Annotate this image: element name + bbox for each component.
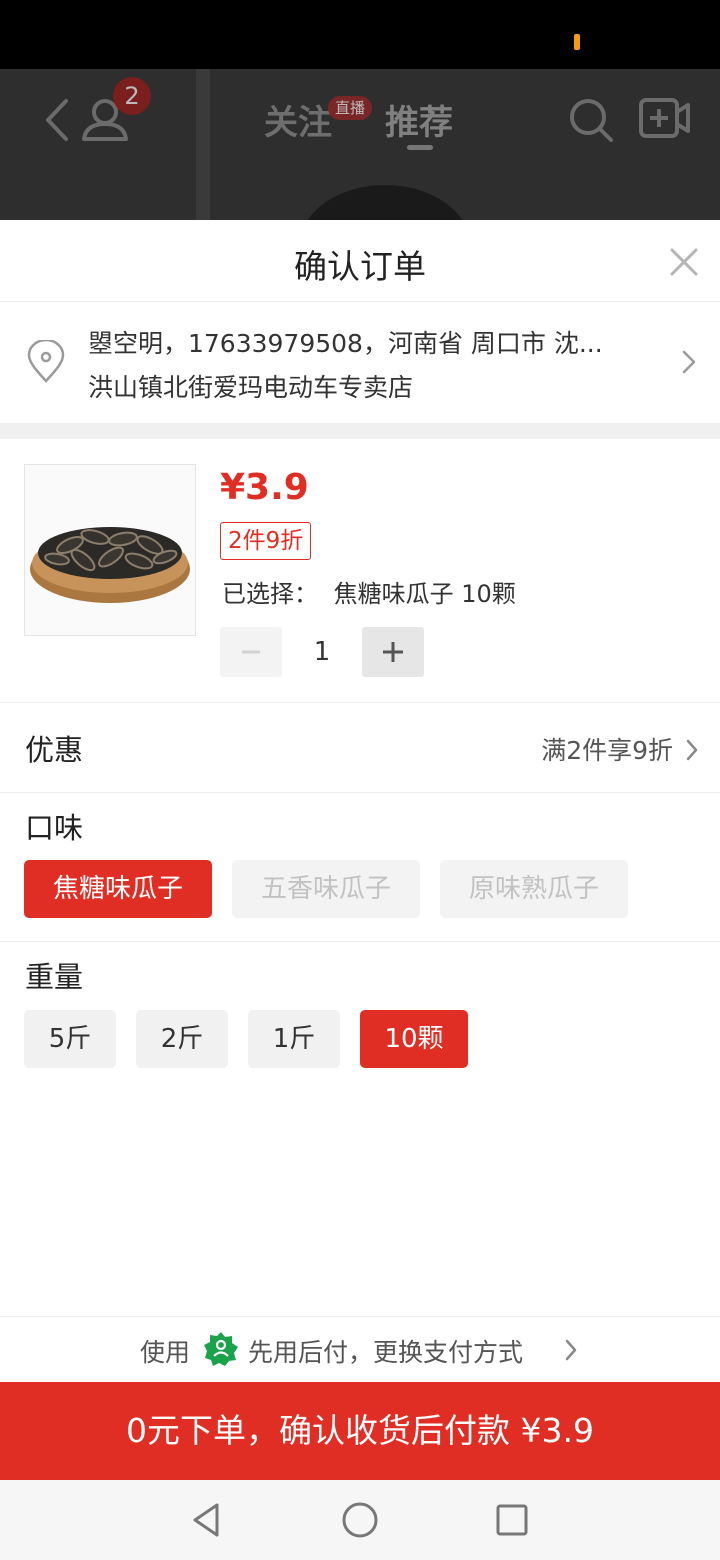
weight-title: 重量: [25, 960, 84, 994]
payment-method-row[interactable]: 使用 先用后付，更换支付方式: [0, 1316, 720, 1382]
tab-recommend[interactable]: 推荐: [385, 95, 453, 144]
back-triangle-icon[interactable]: [186, 1500, 226, 1540]
product-card: ¥3.9 2件9折 已选择： 焦糖味瓜子 10颗 1: [0, 439, 720, 703]
background-app-header: 2 关注 直播 推荐: [0, 69, 720, 220]
tab-follow[interactable]: 关注: [264, 95, 332, 144]
submit-order-button[interactable]: 0元下单，确认收货后付款 ¥3.9: [0, 1382, 720, 1480]
flavor-option-original[interactable]: 原味熟瓜子: [440, 860, 628, 918]
background-video-frame: [196, 69, 210, 220]
system-nav-bar: [0, 1480, 720, 1560]
weight-options: 重量 5斤 2斤 1斤 10颗: [0, 942, 720, 1092]
weight-option-10ke[interactable]: 10颗: [360, 1010, 468, 1068]
discount-label: 优惠: [25, 733, 84, 767]
pay-later-badge-icon: [204, 1332, 238, 1366]
live-badge: 直播: [328, 96, 372, 120]
payment-prefix: 使用: [140, 1338, 191, 1367]
product-price: ¥3.9: [220, 467, 309, 508]
weight-option-2jin[interactable]: 2斤: [136, 1010, 228, 1068]
weight-option-1jin[interactable]: 1斤: [248, 1010, 340, 1068]
background-video-frame: [300, 185, 470, 220]
flavor-title: 口味: [25, 811, 84, 845]
sheet-header: 确认订单: [0, 220, 720, 302]
promo-tag: 2件9折: [220, 522, 312, 560]
home-circle-icon[interactable]: [340, 1500, 380, 1540]
friend-badge: 2: [113, 77, 151, 115]
address-line-2: 洪山镇北街爱玛电动车专卖店: [88, 373, 414, 402]
location-pin-icon: [27, 340, 65, 383]
flavor-option-caramel[interactable]: 焦糖味瓜子: [24, 860, 212, 918]
chevron-right-icon: [682, 350, 696, 374]
payment-method-text: 先用后付，更换支付方式: [248, 1338, 524, 1367]
selected-spec: 已选择： 焦糖味瓜子 10颗: [222, 574, 516, 609]
weight-option-5jin[interactable]: 5斤: [24, 1010, 116, 1068]
product-image: [24, 464, 196, 636]
quantity-increase-button[interactable]: [362, 627, 424, 677]
flavor-option-spiced[interactable]: 五香味瓜子: [232, 860, 420, 918]
quantity-decrease-button[interactable]: [220, 627, 282, 677]
back-icon[interactable]: [40, 97, 72, 143]
discount-row[interactable]: 优惠 满2件享9折: [0, 703, 720, 793]
order-sheet: 确认订单 曌空明，17633979508，河南省 周口市 沈... 洪山镇北街爱…: [0, 220, 720, 1480]
chevron-right-icon: [565, 1339, 577, 1361]
shipping-address[interactable]: 曌空明，17633979508，河南省 周口市 沈... 洪山镇北街爱玛电动车专…: [0, 302, 720, 423]
selected-spec-label: 已选择：: [222, 580, 318, 608]
flavor-options: 口味 焦糖味瓜子 五香味瓜子 原味熟瓜子: [0, 793, 720, 942]
search-icon[interactable]: [568, 97, 614, 143]
camera-add-icon[interactable]: [638, 97, 690, 141]
page-title: 确认订单: [294, 247, 426, 286]
address-line-1: 曌空明，17633979508，河南省 周口市 沈...: [88, 329, 603, 358]
discount-value: 满2件享9折: [541, 736, 673, 765]
quantity-value: 1: [313, 637, 331, 667]
close-icon[interactable]: [664, 242, 704, 282]
section-divider: [0, 423, 720, 439]
status-bar: [0, 0, 720, 69]
chevron-right-icon: [686, 739, 698, 761]
plus-icon: [383, 642, 403, 662]
recents-square-icon[interactable]: [492, 1500, 532, 1540]
minus-icon: [242, 650, 260, 654]
selected-spec-value: 焦糖味瓜子 10颗: [333, 580, 516, 608]
active-tab-indicator: [407, 145, 433, 150]
notification-dot: [574, 34, 580, 50]
